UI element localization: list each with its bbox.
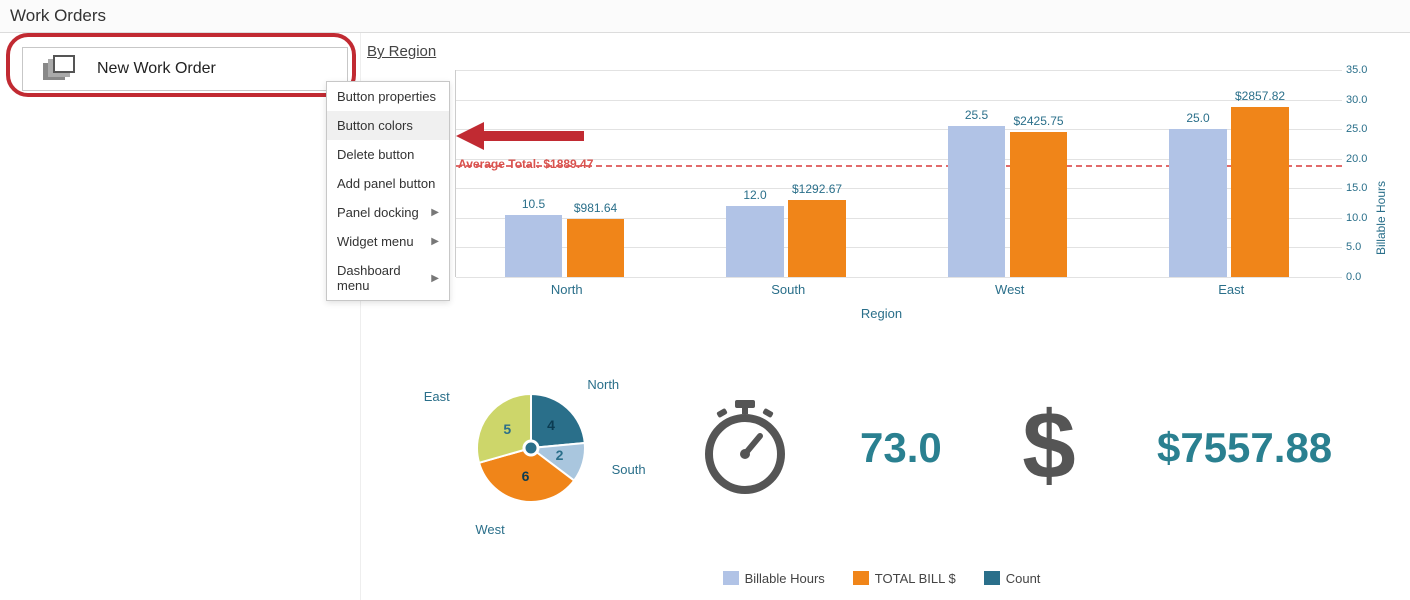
new-work-order-label: New Work Order bbox=[97, 60, 216, 78]
legend-label: Billable Hours bbox=[745, 571, 825, 586]
annotation-arrow-icon bbox=[456, 119, 586, 153]
pie-slice-label: South bbox=[612, 462, 646, 477]
y-axis-tick: 0.0 bbox=[1346, 271, 1390, 283]
left-panel: New Work Order bbox=[0, 33, 360, 600]
context-menu-item[interactable]: Widget menu▶ bbox=[327, 227, 449, 256]
pie-slice-label: West bbox=[475, 522, 504, 537]
y-axis-tick: 25.0 bbox=[1346, 123, 1390, 135]
stopwatch-icon bbox=[702, 400, 788, 496]
chevron-right-icon: ▶ bbox=[431, 236, 439, 247]
x-axis-category: West bbox=[899, 282, 1121, 297]
legend-item: Billable Hours bbox=[723, 571, 825, 586]
highlight-box: New Work Order bbox=[6, 33, 356, 97]
pie-slice-label: North bbox=[587, 377, 619, 392]
chevron-right-icon: ▶ bbox=[431, 207, 439, 218]
svg-text:5: 5 bbox=[503, 421, 511, 437]
new-work-order-button[interactable]: New Work Order bbox=[22, 47, 348, 91]
y-axis-tick: 30.0 bbox=[1346, 94, 1390, 106]
svg-text:6: 6 bbox=[521, 468, 529, 484]
x-axis-title: Region bbox=[365, 306, 1398, 321]
legend-label: Count bbox=[1006, 571, 1041, 586]
legend-item: TOTAL BILL $ bbox=[853, 571, 956, 586]
kpi-dollars: $7557.88 bbox=[1157, 424, 1332, 472]
y-axis-tick: 20.0 bbox=[1346, 153, 1390, 165]
panel-title: Work Orders bbox=[0, 0, 1410, 33]
bar-chart: 0.05.010.015.020.025.030.035.0Billable H… bbox=[365, 70, 1398, 325]
pie-slice-label: East bbox=[424, 389, 450, 404]
chevron-right-icon: ▶ bbox=[431, 273, 439, 284]
context-menu-item[interactable]: Add panel button bbox=[327, 169, 449, 198]
pie-chart: 4265 NorthSouthWestEast bbox=[431, 348, 631, 548]
x-axis-category: East bbox=[1121, 282, 1343, 297]
svg-text:2: 2 bbox=[555, 447, 563, 463]
x-axis-category: North bbox=[456, 282, 678, 297]
documents-icon bbox=[43, 56, 75, 82]
svg-text:$: $ bbox=[1023, 398, 1076, 498]
y-axis-title: Billable Hours bbox=[1374, 181, 1388, 255]
y-axis-tick: 35.0 bbox=[1346, 64, 1390, 76]
dollar-icon: $ bbox=[1013, 398, 1085, 498]
context-menu-item[interactable]: Panel docking▶ bbox=[327, 198, 449, 227]
context-menu-item[interactable]: Button properties bbox=[327, 82, 449, 111]
legend-label: TOTAL BILL $ bbox=[875, 571, 956, 586]
context-menu-item[interactable]: Delete button bbox=[327, 140, 449, 169]
context-menu-item[interactable]: Button colors bbox=[327, 111, 449, 140]
legend: Billable Hours TOTAL BILL $ Count bbox=[365, 560, 1398, 596]
legend-item: Count bbox=[984, 571, 1041, 586]
svg-text:4: 4 bbox=[547, 417, 555, 433]
x-axis-category: South bbox=[678, 282, 900, 297]
context-menu: Button propertiesButton colorsDelete but… bbox=[326, 81, 450, 301]
context-menu-item[interactable]: Dashboard menu▶ bbox=[327, 256, 449, 300]
kpi-hours: 73.0 bbox=[860, 424, 942, 472]
chart-title: By Region bbox=[365, 37, 1398, 66]
